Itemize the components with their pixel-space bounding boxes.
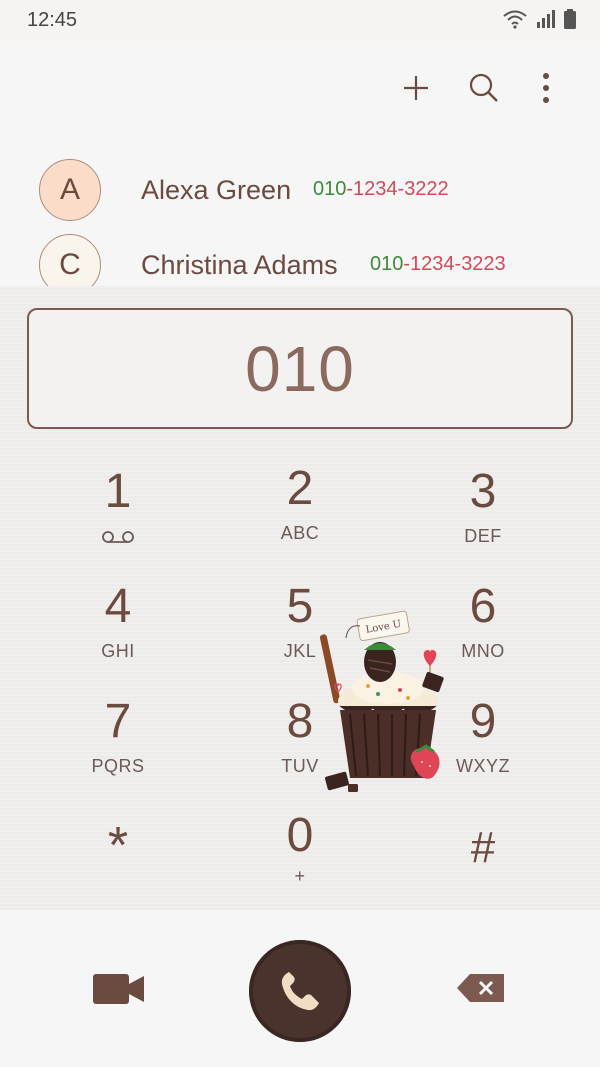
signal-icon bbox=[537, 10, 555, 28]
status-time: 12:45 bbox=[27, 9, 78, 31]
key-7[interactable]: 7 PQRS bbox=[43, 694, 193, 804]
key-0[interactable]: 0 + bbox=[225, 808, 375, 918]
number-prefix: 010 bbox=[370, 253, 404, 275]
key-1[interactable]: 1 bbox=[43, 464, 193, 574]
number-rest: -1234-3223 bbox=[403, 253, 506, 275]
dialed-number-field[interactable]: 010 bbox=[27, 308, 573, 429]
battery-icon bbox=[564, 9, 576, 29]
bottom-action-bar bbox=[0, 910, 600, 1067]
video-call-button[interactable] bbox=[92, 970, 146, 1008]
key-letters: GHI bbox=[101, 641, 135, 661]
key-digit: 3 bbox=[469, 465, 497, 518]
key-2[interactable]: 2 ABC bbox=[225, 461, 375, 571]
contact-name: Alexa Green bbox=[141, 175, 292, 205]
video-camera-icon bbox=[93, 974, 144, 1004]
wifi-icon bbox=[503, 10, 527, 29]
key-digit: * bbox=[107, 817, 129, 875]
status-icons bbox=[502, 9, 576, 29]
contact-row[interactable]: A Alexa Green 010-1234-3222 bbox=[0, 157, 600, 233]
key-digit: 0 bbox=[286, 809, 314, 862]
key-letters: ABC bbox=[280, 523, 320, 543]
voicemail-icon bbox=[102, 531, 134, 543]
number-rest: -1234-3222 bbox=[346, 178, 449, 200]
key-digit: 2 bbox=[286, 462, 314, 515]
cupcake-decoration: Love U bbox=[319, 610, 444, 792]
key-3[interactable]: 3 DEF bbox=[408, 464, 558, 574]
plus-icon bbox=[404, 76, 428, 100]
key-letters: PQRS bbox=[91, 756, 145, 776]
search-button[interactable] bbox=[464, 68, 504, 108]
key-letters: + bbox=[294, 866, 306, 886]
key-digit: 4 bbox=[104, 580, 132, 633]
love-tag: Love U bbox=[356, 610, 410, 642]
more-options-button[interactable] bbox=[526, 68, 566, 108]
phone-icon bbox=[281, 972, 319, 1011]
key-digit: 7 bbox=[104, 695, 132, 748]
search-icon bbox=[469, 73, 498, 102]
add-contact-button[interactable] bbox=[396, 68, 436, 108]
key-digit: # bbox=[470, 823, 496, 872]
contact-name: Christina Adams bbox=[141, 250, 338, 280]
backspace-button[interactable] bbox=[456, 972, 506, 1004]
call-button[interactable] bbox=[249, 940, 351, 1042]
avatar: C bbox=[39, 234, 101, 288]
number-prefix: 010 bbox=[313, 178, 347, 200]
key-4[interactable]: 4 GHI bbox=[43, 579, 193, 689]
avatar: A bbox=[39, 159, 101, 221]
dialed-number: 010 bbox=[245, 333, 355, 405]
voicemail-label bbox=[43, 528, 193, 549]
contact-number: 010-1234-3223 bbox=[370, 253, 506, 276]
backspace-icon bbox=[457, 974, 504, 1002]
more-vertical-icon bbox=[543, 73, 549, 103]
key-digit: 1 bbox=[104, 465, 132, 518]
key-letters: DEF bbox=[464, 526, 502, 546]
contact-row[interactable]: C Christina Adams 010-1234-3223 bbox=[0, 232, 600, 288]
contact-suggestions: A Alexa Green 010-1234-3222 C Christina … bbox=[0, 140, 600, 288]
top-toolbar bbox=[0, 40, 600, 140]
contact-number: 010-1234-3222 bbox=[313, 178, 449, 201]
status-bar: 12:45 bbox=[0, 0, 600, 40]
